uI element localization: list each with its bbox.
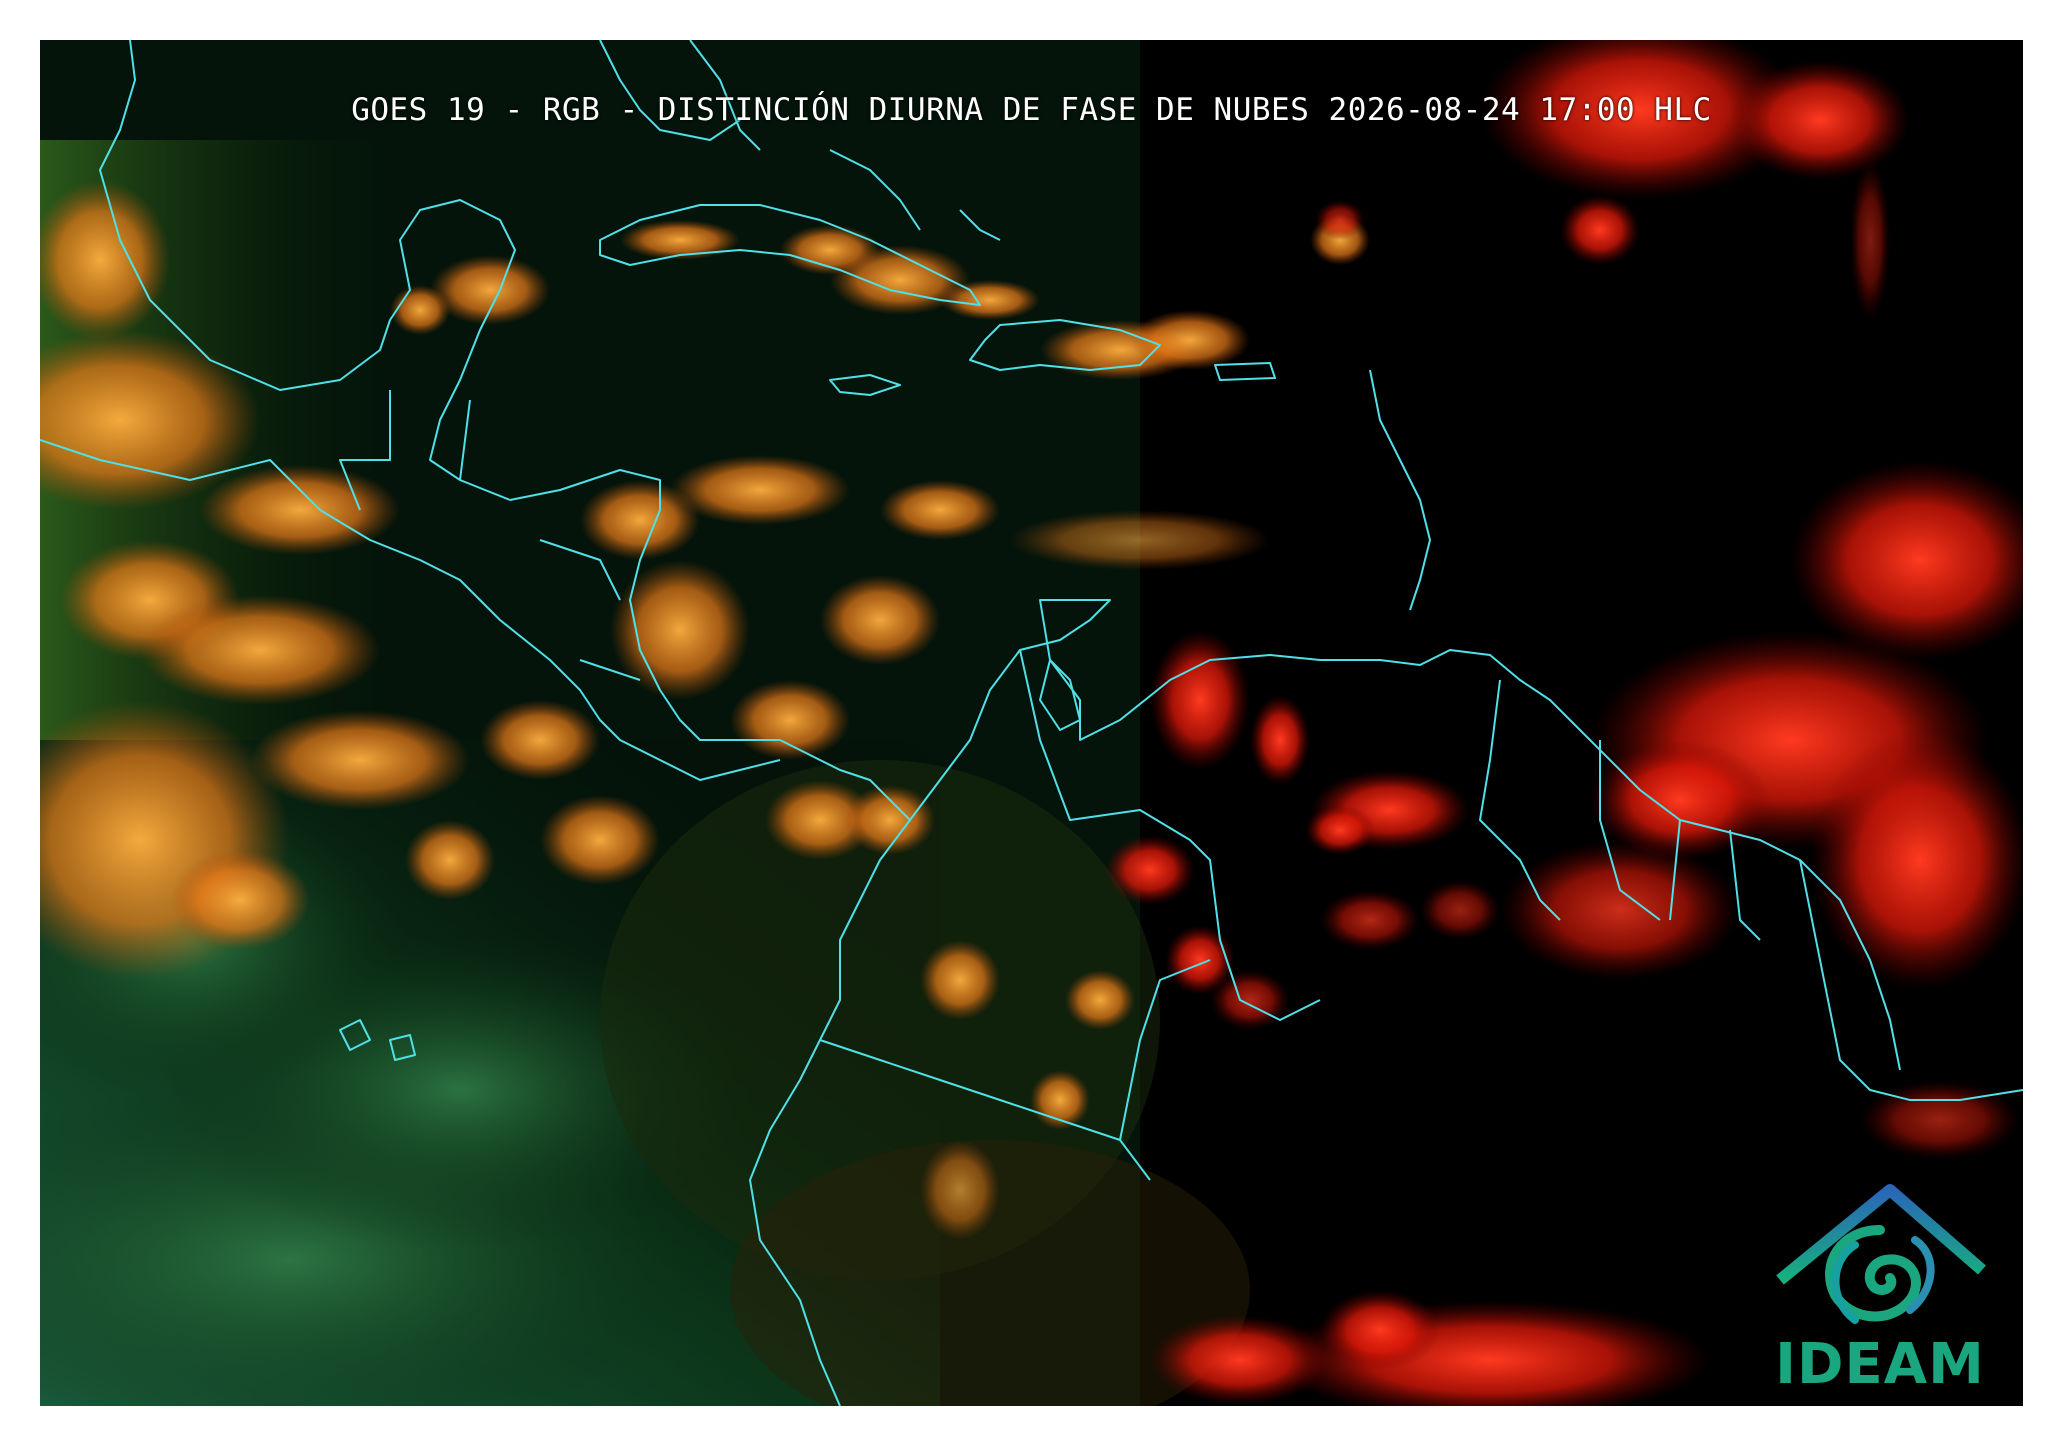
ideam-logo: IDEAM bbox=[1760, 1170, 2000, 1400]
map-title: GOES 19 - RGB - DISTINCIÓN DIURNA DE FAS… bbox=[351, 92, 1712, 128]
satellite-imagery bbox=[40, 40, 2023, 1406]
ideam-logo-icon bbox=[1776, 1184, 1986, 1324]
satellite-map-frame: GOES 19 - RGB - DISTINCIÓN DIURNA DE FAS… bbox=[40, 40, 2023, 1406]
ideam-logo-text: IDEAM bbox=[1775, 1332, 1985, 1397]
